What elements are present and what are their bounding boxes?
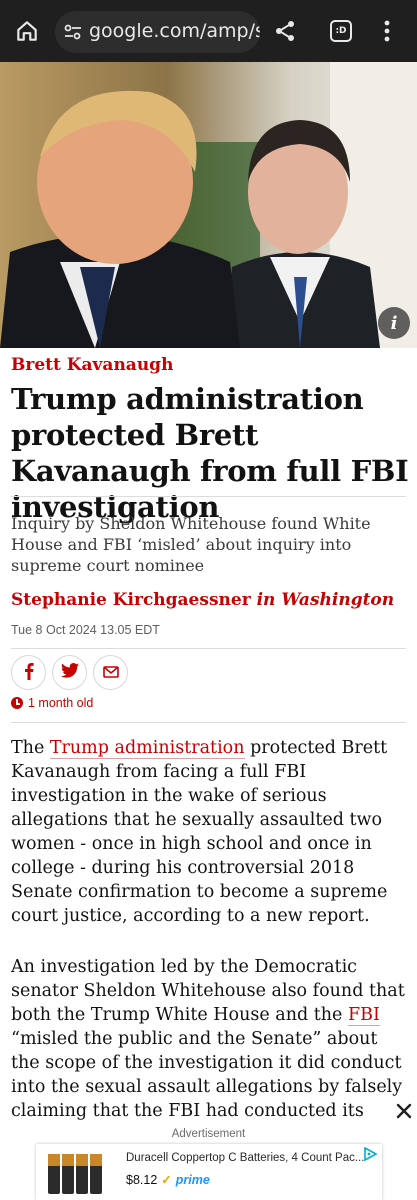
facebook-share-button[interactable]: [11, 655, 46, 690]
article-paragraph: The Trump administration protected Brett…: [11, 736, 411, 928]
more-menu-icon[interactable]: [368, 12, 406, 50]
adchoices-icon[interactable]: [363, 1146, 378, 1162]
browser-toolbar: google.com/amp/s/ar :D: [0, 0, 417, 62]
share-buttons: [11, 655, 128, 690]
facebook-icon: [22, 662, 36, 684]
tab-count: :D: [330, 20, 352, 42]
image-info-icon[interactable]: i: [378, 307, 410, 339]
byline-location: in Washington: [256, 590, 395, 610]
section-link[interactable]: Brett Kavanaugh: [11, 355, 173, 375]
fbi-link[interactable]: FBI: [347, 1005, 380, 1026]
paragraph-text: “misled the public and the Senate” about…: [11, 1029, 403, 1121]
close-ad-icon[interactable]: [390, 1096, 417, 1126]
email-share-button[interactable]: [93, 655, 128, 690]
paragraph-text: protected Brett Kavanaugh from facing a …: [11, 738, 388, 926]
home-icon[interactable]: [8, 12, 46, 50]
prime-logo: prime: [175, 1173, 210, 1187]
byline: Stephanie Kirchgaessner in Washington: [11, 590, 394, 610]
publish-date: Tue 8 Oct 2024 13.05 EDT: [11, 623, 160, 637]
article-age-text: 1 month old: [28, 696, 94, 710]
address-bar[interactable]: google.com/amp/s/ar: [55, 11, 260, 53]
ad-title[interactable]: Duracell Coppertop C Batteries, 4 Count …: [126, 1152, 376, 1164]
site-settings-icon[interactable]: [63, 22, 83, 42]
headline: Trump administration protected Brett Kav…: [11, 382, 409, 524]
twitter-icon: [60, 663, 79, 682]
hero-image: [0, 62, 417, 348]
trump-administration-link[interactable]: Trump administration: [49, 738, 245, 759]
ad-card[interactable]: Duracell Coppertop C Batteries, 4 Count …: [36, 1144, 382, 1200]
divider: [11, 648, 406, 649]
twitter-share-button[interactable]: [52, 655, 87, 690]
article-paragraph: An investigation led by the Democratic s…: [11, 955, 411, 1123]
tab-switcher-button[interactable]: :D: [322, 12, 360, 50]
article-age: 1 month old: [11, 696, 93, 710]
share-icon[interactable]: [266, 12, 304, 50]
standfirst: Inquiry by Sheldon Whitehouse found Whit…: [11, 514, 371, 575]
email-icon: [102, 663, 119, 682]
url-text[interactable]: google.com/amp/s/ar: [89, 20, 260, 42]
author-link[interactable]: Stephanie Kirchgaessner: [11, 590, 251, 610]
battery-product-image: [38, 1148, 110, 1198]
ad-label: Advertisement: [171, 1128, 246, 1140]
divider: [11, 722, 406, 723]
clock-icon: [11, 697, 23, 709]
paragraph-text: The: [11, 738, 50, 758]
prime-check-icon: ✓: [161, 1173, 172, 1187]
ad-price-row: $8.12 ✓ prime: [126, 1172, 210, 1187]
ad-price: $8.12: [126, 1173, 158, 1187]
paragraph-text: An investigation led by the Democratic s…: [11, 957, 405, 1025]
divider: [11, 496, 406, 497]
